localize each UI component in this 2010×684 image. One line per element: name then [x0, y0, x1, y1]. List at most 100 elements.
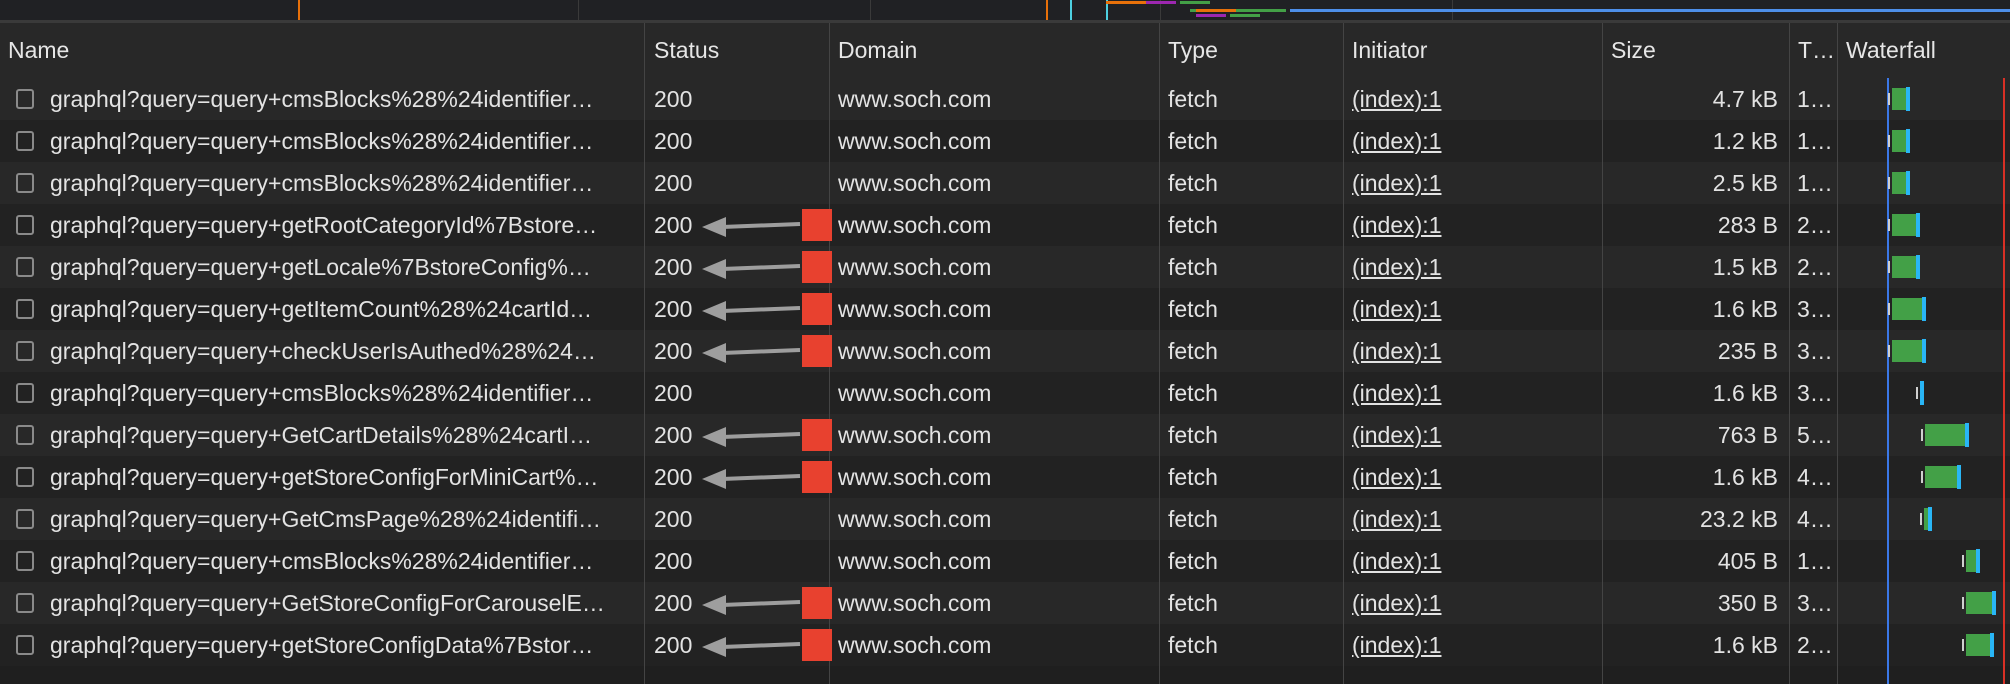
column-header-size[interactable]: Size: [1603, 23, 1788, 78]
request-type: fetch: [1168, 632, 1218, 658]
request-name[interactable]: graphql?query=query+checkUserIsAuthed%28…: [50, 330, 640, 372]
column-header-initiator[interactable]: Initiator: [1344, 23, 1599, 78]
request-size: 1.2 kB: [1712, 128, 1778, 154]
request-initiator-link[interactable]: (index):1: [1352, 246, 1592, 288]
request-name[interactable]: graphql?query=query+cmsBlocks%28%24ident…: [50, 540, 640, 582]
request-initiator-link[interactable]: (index):1: [1352, 204, 1592, 246]
waterfall-queue-tick: [1888, 219, 1890, 231]
row-checkbox[interactable]: [16, 173, 34, 193]
arrow-left-icon: [702, 637, 801, 657]
table-row[interactable]: graphql?query=query+getStoreConfigData%7…: [0, 624, 2010, 666]
column-divider[interactable]: [1159, 23, 1160, 684]
column-divider[interactable]: [644, 23, 645, 684]
table-row[interactable]: graphql?query=query+GetStoreConfigForCar…: [0, 582, 2010, 624]
waterfall-queue-tick: [1888, 303, 1890, 315]
request-initiator-link[interactable]: (index):1: [1352, 456, 1592, 498]
column-header-status[interactable]: Status: [646, 23, 826, 78]
row-checkbox[interactable]: [16, 551, 34, 571]
waterfall-bar[interactable]: [1892, 298, 1922, 320]
table-row[interactable]: graphql?query=query+getItemCount%28%24ca…: [0, 288, 2010, 330]
request-type: fetch: [1168, 338, 1218, 364]
row-checkbox[interactable]: [16, 425, 34, 445]
row-checkbox[interactable]: [16, 509, 34, 529]
column-divider[interactable]: [1837, 23, 1838, 684]
waterfall-bar[interactable]: [1892, 340, 1922, 362]
table-row[interactable]: graphql?query=query+getLocale%7BstoreCon…: [0, 246, 2010, 288]
network-overview-timeline[interactable]: [0, 0, 2010, 23]
request-initiator-link[interactable]: (index):1: [1352, 78, 1592, 120]
request-name[interactable]: graphql?query=query+getLocale%7BstoreCon…: [50, 246, 640, 288]
request-name[interactable]: graphql?query=query+getStoreConfigData%7…: [50, 624, 640, 666]
waterfall-bar[interactable]: [1966, 592, 1992, 614]
waterfall-bar[interactable]: [1892, 172, 1906, 194]
highlight-square: [802, 461, 832, 493]
column-header-time[interactable]: T…: [1790, 23, 1834, 78]
arrow-left-icon: [702, 301, 801, 321]
row-checkbox[interactable]: [16, 299, 34, 319]
table-row[interactable]: graphql?query=query+cmsBlocks%28%24ident…: [0, 162, 2010, 204]
column-divider[interactable]: [1343, 23, 1344, 684]
arrow-left-icon: [702, 427, 801, 447]
row-checkbox[interactable]: [16, 215, 34, 235]
request-initiator-link[interactable]: (index):1: [1352, 498, 1592, 540]
table-row[interactable]: graphql?query=query+cmsBlocks%28%24ident…: [0, 540, 2010, 582]
row-checkbox[interactable]: [16, 635, 34, 655]
request-type: fetch: [1168, 86, 1218, 112]
request-name[interactable]: graphql?query=query+GetStoreConfigForCar…: [50, 582, 640, 624]
column-divider[interactable]: [1602, 23, 1603, 684]
waterfall-bar[interactable]: [1892, 130, 1906, 152]
request-size: 4.7 kB: [1712, 86, 1778, 112]
table-row[interactable]: graphql?query=query+getRootCategoryId%7B…: [0, 204, 2010, 246]
waterfall-queue-tick: [1962, 597, 1964, 609]
request-name[interactable]: graphql?query=query+cmsBlocks%28%24ident…: [50, 78, 640, 120]
table-row[interactable]: graphql?query=query+getStoreConfigForMin…: [0, 456, 2010, 498]
row-checkbox[interactable]: [16, 467, 34, 487]
table-row[interactable]: graphql?query=query+checkUserIsAuthed%28…: [0, 330, 2010, 372]
request-initiator-link[interactable]: (index):1: [1352, 330, 1592, 372]
row-checkbox[interactable]: [16, 89, 34, 109]
request-initiator-link[interactable]: (index):1: [1352, 414, 1592, 456]
request-initiator-link[interactable]: (index):1: [1352, 540, 1592, 582]
request-name[interactable]: graphql?query=query+GetCartDetails%28%24…: [50, 414, 640, 456]
waterfall-bar[interactable]: [1925, 466, 1957, 488]
table-row[interactable]: graphql?query=query+GetCartDetails%28%24…: [0, 414, 2010, 456]
request-initiator-link[interactable]: (index):1: [1352, 162, 1592, 204]
row-checkbox[interactable]: [16, 593, 34, 613]
request-name[interactable]: graphql?query=query+cmsBlocks%28%24ident…: [50, 372, 640, 414]
column-header-name[interactable]: Name: [0, 23, 640, 78]
waterfall-bar[interactable]: [1966, 634, 1990, 656]
request-status: 200: [654, 506, 693, 532]
request-name[interactable]: graphql?query=query+getRootCategoryId%7B…: [50, 204, 640, 246]
request-initiator-link[interactable]: (index):1: [1352, 288, 1592, 330]
request-name[interactable]: graphql?query=query+cmsBlocks%28%24ident…: [50, 162, 640, 204]
table-row[interactable]: graphql?query=query+cmsBlocks%28%24ident…: [0, 372, 2010, 414]
row-checkbox[interactable]: [16, 383, 34, 403]
request-name[interactable]: graphql?query=query+GetCmsPage%28%24iden…: [50, 498, 640, 540]
request-name[interactable]: graphql?query=query+getItemCount%28%24ca…: [50, 288, 640, 330]
request-initiator-link[interactable]: (index):1: [1352, 120, 1592, 162]
column-header-type[interactable]: Type: [1160, 23, 1340, 78]
row-checkbox[interactable]: [16, 341, 34, 361]
waterfall-bar[interactable]: [1892, 214, 1916, 236]
request-name[interactable]: graphql?query=query+cmsBlocks%28%24ident…: [50, 120, 640, 162]
request-initiator-link[interactable]: (index):1: [1352, 372, 1592, 414]
table-row[interactable]: graphql?query=query+cmsBlocks%28%24ident…: [0, 78, 2010, 120]
column-header-waterfall[interactable]: Waterfall: [1838, 23, 2010, 78]
request-name[interactable]: graphql?query=query+getStoreConfigForMin…: [50, 456, 640, 498]
waterfall-bar[interactable]: [1966, 550, 1976, 572]
waterfall-download-segment: [1916, 213, 1920, 237]
column-header-domain[interactable]: Domain: [830, 23, 1160, 78]
annotation-arrow-marker: [700, 629, 832, 663]
table-row[interactable]: graphql?query=query+GetCmsPage%28%24iden…: [0, 498, 2010, 540]
waterfall-bar[interactable]: [1892, 256, 1916, 278]
row-checkbox[interactable]: [16, 257, 34, 277]
waterfall-bar[interactable]: [1892, 88, 1906, 110]
request-type: fetch: [1168, 422, 1218, 448]
waterfall-bar[interactable]: [1925, 424, 1965, 446]
row-checkbox[interactable]: [16, 131, 34, 151]
request-initiator-link[interactable]: (index):1: [1352, 624, 1592, 666]
request-initiator-link[interactable]: (index):1: [1352, 582, 1592, 624]
column-divider[interactable]: [1789, 23, 1790, 684]
table-row[interactable]: graphql?query=query+cmsBlocks%28%24ident…: [0, 120, 2010, 162]
request-domain: www.soch.com: [838, 212, 992, 238]
